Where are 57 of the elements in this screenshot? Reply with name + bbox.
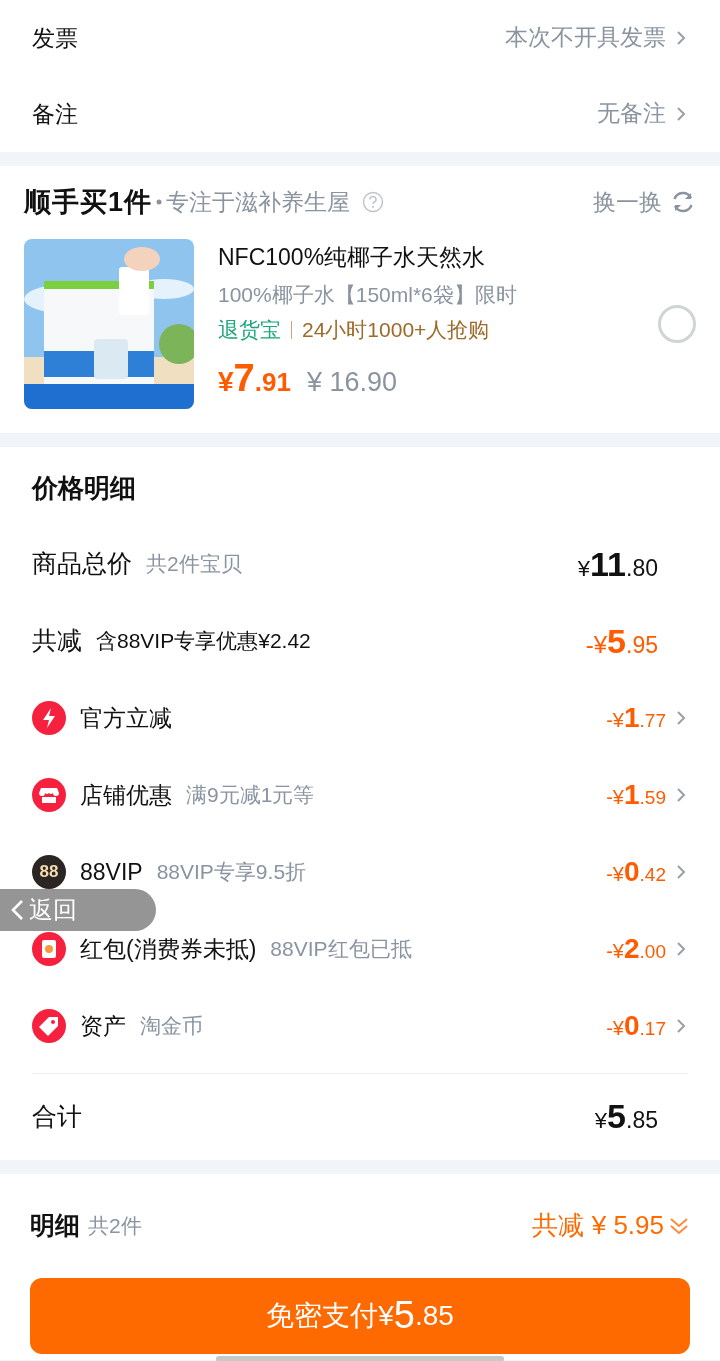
store-name: 专注于滋补养生屋 [166, 188, 351, 217]
promo-text: 24小时1000+人抢购 [302, 317, 490, 344]
back-button[interactable]: 返回 [0, 889, 156, 931]
vip-icon: 88 [32, 855, 66, 889]
chevron-icon [674, 940, 688, 958]
row-note: 满9元减1元等 [186, 782, 315, 809]
amount-text: ¥11.80 [577, 543, 658, 585]
row-value[interactable]: 本次不开具发票 [505, 21, 666, 55]
row-note: 88VIP红包已抵 [270, 936, 412, 963]
row-label: 共减 [32, 625, 82, 657]
row-value[interactable]: 无备注 [597, 97, 666, 131]
row-label: 官方立减 [80, 703, 172, 733]
savings-toggle[interactable]: 共减 ¥ 5.95 [532, 1206, 690, 1245]
row-note: 含88VIP专享优惠¥2.42 [96, 628, 311, 655]
section-title: 顺手买1件 [24, 186, 153, 219]
tag-icon [32, 1009, 66, 1043]
amount-text: -¥2.00 [606, 932, 666, 966]
row-note: 淘金币 [140, 1013, 203, 1040]
dot-icon [156, 199, 163, 206]
amount-text: ¥5.85 [594, 1096, 658, 1137]
envelope-icon [32, 932, 66, 966]
row-note: 88VIP专享9.5折 [156, 859, 307, 886]
product-price: ¥7.91 [218, 355, 291, 401]
amount-text: -¥0.42 [606, 855, 666, 889]
section-title: 价格明细 [30, 471, 137, 505]
pay-button[interactable]: 免密支付¥5.85 [30, 1277, 690, 1354]
amount-text: -¥0.17 [606, 1009, 666, 1043]
return-label: 退货宝 [218, 317, 281, 344]
help-icon[interactable] [362, 191, 385, 214]
lightning-icon [32, 701, 66, 735]
row-label: 店铺优惠 [80, 780, 172, 810]
select-radio[interactable] [658, 304, 696, 343]
back-icon [9, 898, 25, 922]
row-label: 红包(消费券未抵) [80, 934, 257, 964]
row-note: 共2件宝贝 [146, 551, 242, 578]
chevron-icon [674, 105, 688, 123]
chevron-icon [674, 863, 688, 881]
row-label: 商品总价 [32, 548, 132, 580]
chevron-icon [674, 709, 688, 727]
item-count: 共2件 [88, 1212, 142, 1239]
chevron-icon [674, 29, 688, 47]
row-label: 88VIP [80, 857, 143, 887]
row-label: 合计 [32, 1100, 82, 1132]
original-price: ¥ 16.90 [306, 365, 397, 399]
footer-label: 明细 [30, 1209, 80, 1241]
chevron-icon [674, 1017, 688, 1035]
amount-text: -¥1.77 [606, 701, 666, 735]
amount-text: -¥5.95 [585, 620, 658, 662]
chevron-icon [674, 786, 688, 804]
product-spec: 100%椰子水【150ml*6袋】限时 [218, 281, 518, 308]
row-label: 备注 [32, 99, 78, 129]
amount-text: -¥1.59 [606, 778, 666, 812]
row-label: 资产 [80, 1011, 126, 1041]
shop-icon [32, 778, 66, 812]
product-name[interactable]: NFC100%纯椰子水天然水 [218, 240, 634, 275]
row-label: 发票 [32, 23, 78, 53]
swap-button[interactable]: 换一换 [593, 185, 696, 220]
